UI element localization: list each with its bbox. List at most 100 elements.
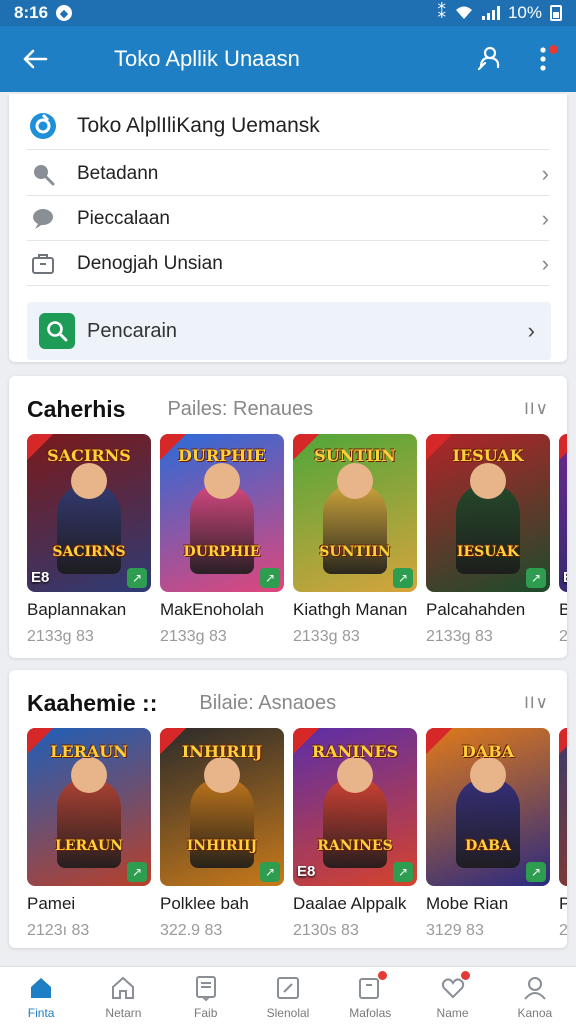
game-logo: SACIRNS [47,446,131,465]
nav-label: Kanoa [517,1006,553,1020]
section-more-button[interactable]: II∨ [524,693,549,713]
app-tile[interactable]: DABA DABA ↗ Mobe Rian 3129 83 [426,728,550,940]
app-cover-image[interactable]: DABA DABA ↗ [426,728,550,886]
nav-item-netarn[interactable]: Netarn [82,967,164,1024]
character-head [337,463,373,500]
section-kaahemie: Kaahemie :: Bilaie: Asnaoes II∨ LERAUN LE… [9,670,567,948]
menu-item-label: Pieccalaan [77,207,170,229]
app-size: 2. [559,628,567,645]
section-subtitle[interactable]: Bilaie: Asnaoes [199,692,336,715]
app-title: Toko Apllik Unaasn [114,46,300,71]
notification-dot [460,971,470,980]
game-logo: RANINES [311,742,399,761]
section-header: Kaahemie :: Bilaie: Asnaoes II∨ [27,688,549,718]
app-tile[interactable]: LERAUN LERAUN ↗ Pamei 2123ı 83 [27,728,151,940]
app-tile[interactable]: SACIRNS SACIRNS E8 ↗ Baplannakan 2133g 83 [27,434,151,646]
app-size: 2 [559,922,567,939]
briefcase-icon [27,248,59,280]
app-name: Pamei [27,894,76,913]
section-more-button[interactable]: II∨ [524,399,549,419]
app-cover-image[interactable]: LERAUN LERAUN ↗ [27,728,151,886]
game-logo: SUNTIIN [314,446,396,465]
app-tile[interactable]: ↗ Pr 2 [559,728,567,940]
app-name: Daalae Alppalk [293,894,407,913]
app-size: 322.9 83 [160,922,223,939]
app-tiles: LERAUN LERAUN ↗ Pamei 2123ı 83 INHIRIIJ INHIRI… [27,728,567,940]
search-icon [39,313,75,349]
bookmark-icon [355,971,388,1003]
heart-icon [438,971,470,1003]
game-logo: INHIRIIJ [186,838,258,854]
magnifier-icon [27,158,59,190]
app-cover-image[interactable]: DURPHIE DURPHIE ↗ [160,434,284,592]
app-name: Kiathgh Manan [293,600,408,619]
app-cover-image[interactable]: INHIRIIJ INHIRIIJ ↗ [160,728,284,886]
character-head [71,757,107,794]
app-tile[interactable]: E8↗ Bo 2. [559,434,567,646]
home-filled-icon [26,973,56,1003]
app-tile[interactable]: IESUAK IESUAK ↗ Palcahahden 2133g 83 [426,434,550,646]
game-logo: DABA [465,838,511,854]
section-subtitle[interactable]: Pailes: Renaues [167,398,313,421]
install-icon: ↗ [526,862,546,882]
wifi-icon [455,6,472,19]
chat-icon [27,203,59,235]
character-head [204,463,240,500]
game-logo: IESUAK [456,544,520,560]
more-options-button[interactable] [528,44,558,74]
menu-header-row[interactable]: Toko AlplIliKang Uemansk [27,102,549,150]
nav-item-mafolas[interactable]: Mafolas [329,967,411,1024]
app-cover-image[interactable]: RANINES RANINES E8 ↗ [293,728,417,886]
app-cover-image[interactable]: E8↗ [559,434,567,592]
character-head [470,463,506,500]
person-icon [520,973,550,1003]
app-name: Baplannakan [27,600,127,619]
nav-label: Mafolas [349,1006,392,1020]
nav-item-finta[interactable]: Finta [0,967,82,1024]
app-size: 3129 83 [426,922,484,939]
search-label: Pencarain [87,319,178,342]
install-icon: ↗ [127,862,147,882]
app-tile[interactable]: RANINES RANINES E8 ↗ Daalae Alppalk 2130s 83 [293,728,417,940]
status-right: ⁑ 10% [437,3,562,23]
app-bar: Toko Apllik Unaasn [0,26,576,92]
menu-item-label: Denogjah Unsian [77,252,223,274]
menu-header-label: Toko AlplIliKang Uemansk [77,113,320,137]
store-logo-icon [27,110,59,142]
document-icon [191,973,221,1003]
app-tile[interactable]: INHIRIIJ INHIRIIJ ↗ Polklee bah 322.9 83 [160,728,284,940]
app-cover-image[interactable]: SUNTIIN SUNTIIN ↗ [293,434,417,592]
nav-label: Finta [27,1006,55,1020]
game-logo: INHIRIIJ [181,742,263,761]
nav-item-slenolal[interactable]: Slenolal [247,967,329,1024]
search-row[interactable]: Pencarain › [27,302,551,360]
vibrate-icon: ⁑ [437,3,446,22]
app-tile[interactable]: DURPHIE DURPHIE ↗ MakEnoholah 2133g 83 [160,434,284,646]
app-cover-image[interactable]: SACIRNS SACIRNS E8 ↗ [27,434,151,592]
status-left: 8:16 ◆ [14,3,73,23]
nav-item-kanoa[interactable]: Kanoa [494,967,576,1024]
app-size: 2123ı 83 [27,922,90,939]
game-logo: DURPHIE [183,544,261,560]
share-button[interactable] [474,44,504,74]
signal-icon [481,6,500,20]
nav-item-name[interactable]: Name [411,967,493,1024]
nav-item-faib[interactable]: Faib [165,967,247,1024]
app-size: 2133g 83 [160,628,227,645]
install-icon: ↗ [127,568,147,588]
app-name: Palcahahden [426,600,526,619]
back-button[interactable] [0,26,70,92]
menu-item-label: Betadann [77,162,159,184]
app-size: 2130s 83 [293,922,359,939]
menu-item-pieccalaan[interactable]: Pieccalaan › [27,197,549,241]
app-cover-image[interactable]: ↗ [559,728,567,886]
nav-label: Slenolal [266,1006,310,1020]
app-tile[interactable]: SUNTIIN SUNTIIN ↗ Kiathgh Manan 2133g 83 [293,434,417,646]
notification-dot [378,971,388,980]
app-cover-image[interactable]: IESUAK IESUAK ↗ [426,434,550,592]
menu-item-betadann[interactable]: Betadann › [27,152,549,196]
menu-item-denogjah[interactable]: Denogjah Unsian › [27,242,549,286]
app-size: 2133g 83 [426,628,493,645]
game-logo: DURPHIE [178,446,266,465]
install-icon: ↗ [393,862,413,882]
